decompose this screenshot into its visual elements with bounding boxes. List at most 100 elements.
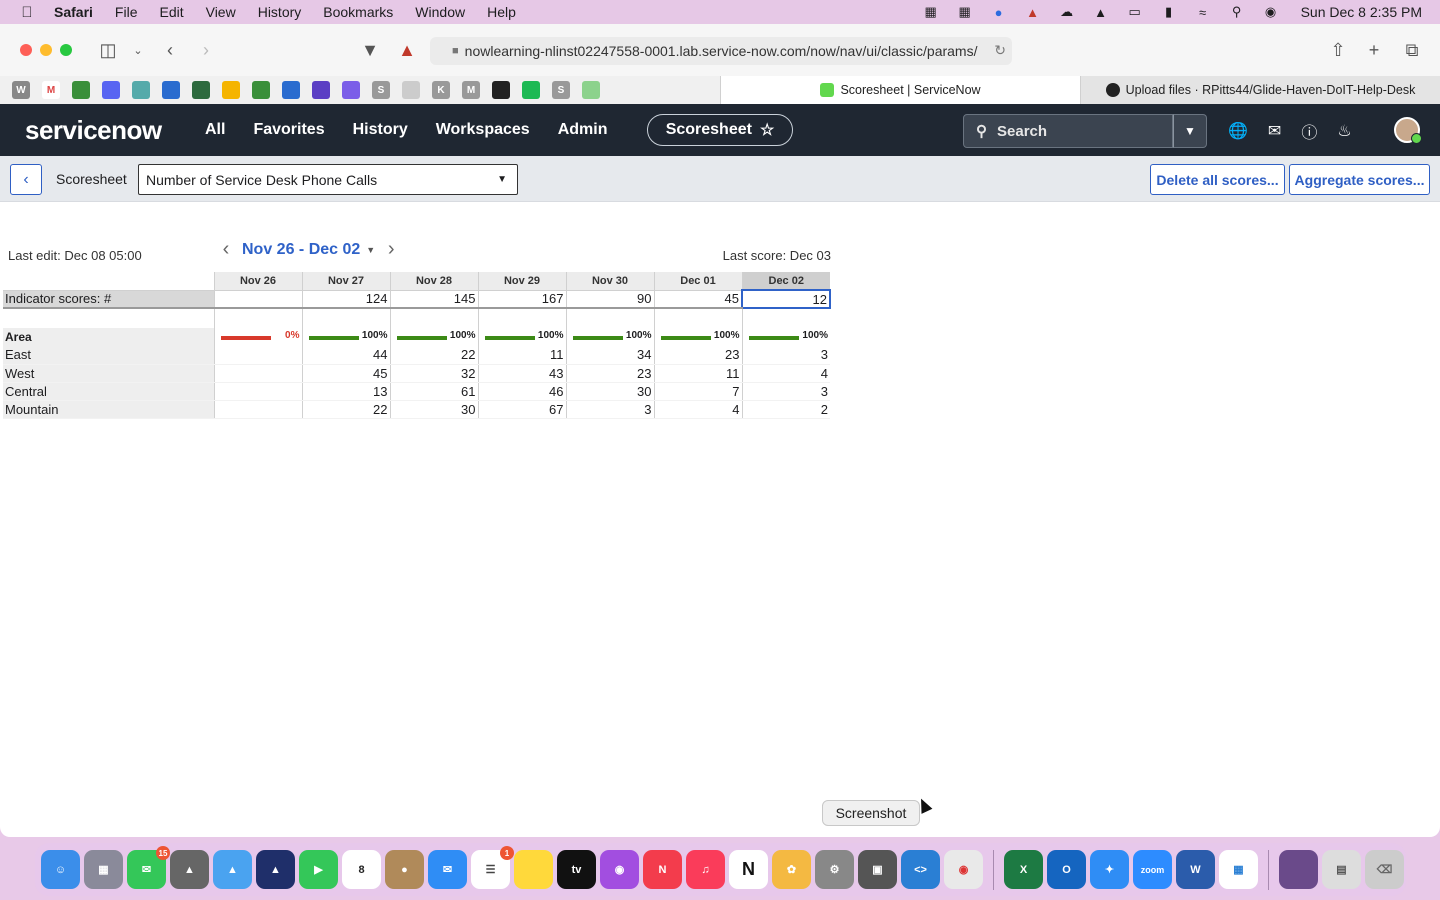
score-cell[interactable]: 145 [389,289,478,309]
user-avatar[interactable] [1394,117,1422,144]
menu-bookmarks[interactable]: Bookmarks [323,4,393,20]
breakdown-score-cell[interactable]: 13 [301,382,390,401]
breakdown-score-cell[interactable]: 30 [565,382,654,401]
servicenow-favicon-icon[interactable] [132,81,150,99]
breakdown-score-cell[interactable]: 32 [389,364,478,383]
breakdown-score-cell[interactable]: 3 [565,400,654,419]
word-favicon-icon[interactable]: W [12,81,30,99]
chevron-down-icon[interactable]: ⌄ [126,38,150,62]
breakdown-score-cell[interactable]: 46 [477,382,566,401]
star-icon[interactable]: ☆ [760,120,774,140]
share-icon[interactable]: ⇧ [1326,38,1350,62]
search-scope-dropdown[interactable]: ▼ [1173,114,1207,148]
list-favicon-icon[interactable] [312,81,330,99]
period-label[interactable]: Nov 26 - Dec 02 [242,241,360,259]
breakdown-score-cell[interactable]: 23 [653,346,742,365]
breakdown-score-cell[interactable]: 7 [653,382,742,401]
score-cell[interactable]: 124 [301,289,390,309]
score-cell[interactable]: 90 [565,289,654,309]
shield-icon[interactable]: ▲ [1023,5,1043,20]
maps-icon[interactable]: ▲ [213,850,252,889]
flame-icon[interactable]: ▲ [1091,5,1111,20]
s-favicon-icon[interactable]: S [372,81,390,99]
menu-app-name[interactable]: Safari [54,4,93,20]
nav-admin[interactable]: Admin [558,121,608,139]
breakdown-score-cell[interactable] [213,346,302,365]
display-icon[interactable]: ▭ [1125,4,1145,19]
delete-all-scores-button[interactable]: Delete all scores... [1150,164,1285,195]
circle-favicon-icon[interactable] [582,81,600,99]
control-center-icon[interactable]: ◉ [1261,4,1281,19]
outlook-icon[interactable]: O [1047,850,1086,889]
wifi-icon[interactable]: ≈ [1193,5,1213,20]
discord-favicon-icon[interactable] [102,81,120,99]
back-icon[interactable]: ‹ [158,38,182,62]
chat-icon[interactable]: ✉ [1268,121,1281,141]
breakdown-score-cell[interactable]: 34 [565,346,654,365]
music-icon[interactable]: ♫ [686,850,725,889]
system-settings-icon[interactable]: ⚙ [815,850,854,889]
reminders-icon[interactable]: ☰ 1 [471,846,514,889]
breakdown-score-cell[interactable]: 11 [653,364,742,383]
breakdown-score-cell[interactable]: 2 [741,400,830,419]
grid-app-icon[interactable]: ▦ [955,4,975,19]
battery-icon[interactable]: ▮ [1159,4,1179,19]
drive-favicon-icon[interactable] [222,81,240,99]
app-favicon-icon[interactable] [192,81,210,99]
finder-icon[interactable]: ☺ [41,850,80,889]
nav-history[interactable]: History [353,121,408,139]
breakdown-score-cell[interactable] [213,364,302,383]
breakdown-score-cell[interactable]: 43 [477,364,566,383]
score-cell[interactable] [213,289,302,309]
podcasts-icon[interactable]: ◉ [600,850,639,889]
menu-file[interactable]: File [115,4,138,20]
photos-icon[interactable]: ✿ [772,850,811,889]
calendar-icon[interactable]: 8 [342,850,381,889]
back-button[interactable]: ‹ [10,164,42,195]
tab-github[interactable]: Upload files · RPitts44/Glide-Haven-DoIT… [1081,76,1440,104]
help-icon[interactable]: ⓘ [1301,119,1317,143]
minimize-window-button[interactable] [40,44,52,56]
breakdown-score-cell[interactable] [213,382,302,401]
status-app-icon[interactable]: ▦ [921,4,941,19]
rocket-icon[interactable]: ▲ [170,850,209,889]
next-period-icon[interactable]: › [383,238,399,261]
chrome-icon[interactable]: ◉ [944,850,983,889]
zoom-window-button[interactable] [60,44,72,56]
nav-favorites[interactable]: Favorites [253,121,324,139]
screenshot-app-icon[interactable]: ▣ [858,850,897,889]
aggregate-scores-button[interactable]: Aggregate scores... [1289,164,1430,195]
menu-help[interactable]: Help [487,4,516,20]
trash-icon[interactable]: ⌫ [1365,850,1404,889]
document-stack-icon[interactable]: ▤ [1322,850,1361,889]
breakdown-score-cell[interactable]: 4 [653,400,742,419]
breakdown-score-cell[interactable] [213,400,302,419]
excel-icon[interactable]: X [1004,850,1043,889]
indicator-select[interactable]: Number of Service Desk Phone Calls ▼ [138,164,518,195]
k-favicon-icon[interactable]: K [432,81,450,99]
score-cell-active[interactable]: 12 [741,289,831,309]
feed-favicon-icon[interactable] [252,81,270,99]
breakdown-score-cell[interactable]: 3 [741,382,830,401]
nav-all[interactable]: All [205,121,225,139]
messages-icon[interactable]: ✉ 15 [127,846,170,889]
tab-overview-icon[interactable]: ⧉ [1400,38,1424,62]
m-favicon-icon[interactable]: M [462,81,480,99]
new-tab-icon[interactable]: + [1362,38,1386,62]
aws-favicon-icon[interactable] [492,81,510,99]
green-favicon-icon[interactable] [522,81,540,99]
breakdown-score-cell[interactable]: 3 [741,346,830,365]
cloud-icon[interactable]: ☁ [1057,4,1077,19]
breakdown-score-cell[interactable]: 45 [301,364,390,383]
previous-period-icon[interactable]: ‹ [218,238,234,261]
breakdown-score-cell[interactable]: 11 [477,346,566,365]
menu-edit[interactable]: Edit [159,4,183,20]
breakdown-score-cell[interactable]: 44 [301,346,390,365]
sidebar-toggle-icon[interactable]: ◫ [96,38,120,62]
global-search[interactable]: ⚲ Search [963,114,1173,148]
apple-menu-icon[interactable]:  [18,4,36,21]
apple-tv-icon[interactable]: tv [557,850,596,889]
tab-scoresheet[interactable]: Scoresheet | ServiceNow [720,76,1081,104]
downloads-stack-icon[interactable] [1279,850,1318,889]
launchpad-icon[interactable]: ▦ [84,850,123,889]
